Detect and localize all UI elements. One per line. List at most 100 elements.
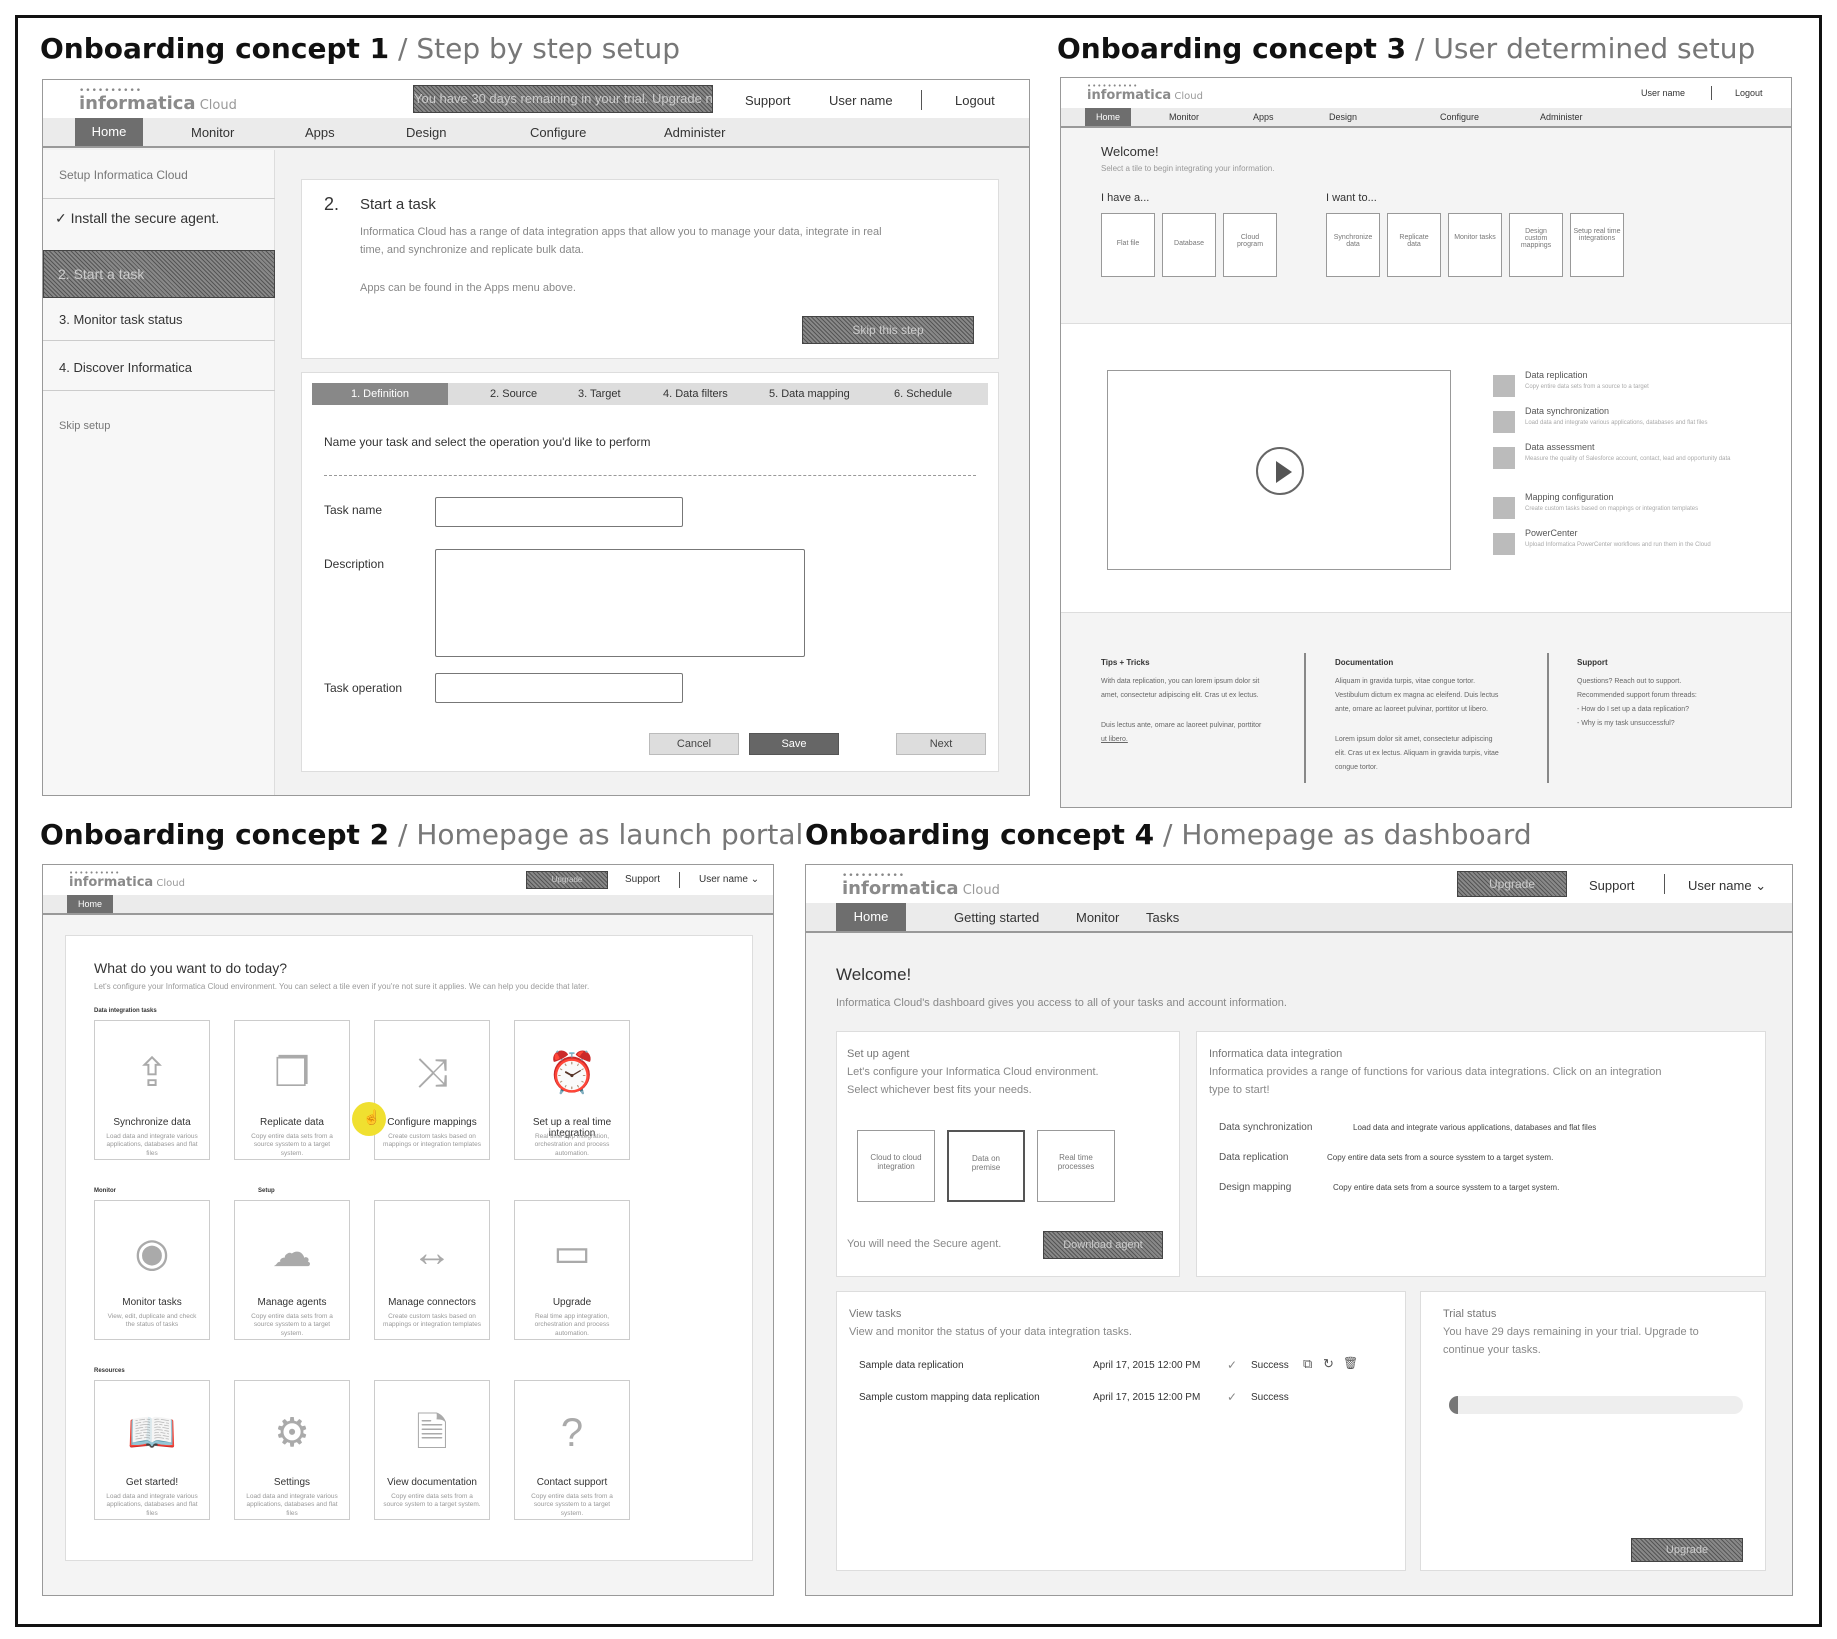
refresh-icon[interactable]: ↻	[1323, 1356, 1334, 1372]
next-button[interactable]: Next	[896, 733, 986, 755]
tab-schedule[interactable]: 6. Schedule	[894, 388, 952, 400]
nav-configure[interactable]: Configure	[530, 125, 586, 140]
save-button[interactable]: Save	[749, 733, 839, 755]
cancel-button[interactable]: Cancel	[649, 733, 739, 755]
want-tile-monitor[interactable]: Monitor tasks	[1448, 213, 1502, 277]
idi-row-label[interactable]: Data synchronization	[1219, 1122, 1312, 1133]
play-icon[interactable]	[1256, 447, 1304, 495]
idi-row-label[interactable]: Data replication	[1219, 1152, 1288, 1163]
video-player[interactable]	[1107, 370, 1451, 570]
feature-title[interactable]: Data assessment	[1525, 442, 1595, 452]
tile-upgrade[interactable]: ▭ Upgrade Real time app integration, orche…	[514, 1200, 630, 1340]
task-name-input[interactable]	[435, 497, 683, 527]
help-icon: ?	[560, 1411, 584, 1455]
username-menu[interactable]: User name	[829, 93, 893, 108]
nav-apps[interactable]: Apps	[305, 125, 335, 140]
idi-row-desc: Copy entire data sets from a source syss…	[1327, 1153, 1554, 1162]
idi-row-label[interactable]: Design mapping	[1219, 1182, 1291, 1193]
upgrade-button[interactable]: Upgrade	[1631, 1538, 1743, 1562]
idi-description: Informatica provides a range of function…	[1209, 1066, 1662, 1078]
nav-home[interactable]: Home	[67, 895, 113, 913]
skip-setup-link[interactable]: Skip setup	[59, 420, 110, 432]
have-tile-cloud-program[interactable]: Cloud program	[1223, 213, 1277, 277]
description-input[interactable]	[435, 549, 805, 657]
tile-view-documentation[interactable]: 🗎 View documentation Copy entire data sets…	[374, 1380, 490, 1520]
trash-icon[interactable]: 🗑	[1343, 1356, 1358, 1370]
option-real-time[interactable]: Real time processes	[1037, 1130, 1115, 1202]
nav-design[interactable]: Design	[1329, 112, 1357, 122]
copy-icon[interactable]: ⧉	[1303, 1356, 1312, 1372]
option-cloud-to-cloud[interactable]: Cloud to cloud integration	[857, 1130, 935, 1202]
concept-2-window: •••••••••• informatica Cloud Upgrade Supp…	[42, 864, 774, 1596]
support-link[interactable]: Support	[1589, 878, 1635, 893]
tile-get-started[interactable]: 📖 Get started! Load data and integrate var…	[94, 1380, 210, 1520]
trial-banner[interactable]: You have 30 days remaining in your trial…	[413, 85, 713, 113]
nav-administer[interactable]: Administer	[664, 125, 725, 140]
forum-link[interactable]: - Why is my task unsuccessful?	[1577, 720, 1675, 727]
tile-manage-agents[interactable]: ☁ Manage agents Copy entire data sets from…	[234, 1200, 350, 1340]
username-menu[interactable]: User name ⌄	[1688, 878, 1766, 894]
have-tile-database[interactable]: Database	[1162, 213, 1216, 277]
username-menu[interactable]: User name ⌄	[699, 874, 759, 885]
tab-target[interactable]: 3. Target	[578, 388, 621, 400]
sidebar-step-start-task[interactable]: 2. Start a task	[43, 250, 275, 298]
forum-link[interactable]: - How do I set up a data replication?	[1577, 706, 1689, 713]
task-name[interactable]: Sample data replication	[859, 1360, 964, 1371]
nav-design[interactable]: Design	[406, 125, 446, 140]
tile-set-up-a-real-time-integration[interactable]: ⏰ Set up a real time integration Real time…	[514, 1020, 630, 1160]
support-link[interactable]: Support	[745, 93, 791, 108]
nav-monitor[interactable]: Monitor	[1076, 910, 1119, 925]
want-tile-real-time[interactable]: Setup real time integrations	[1570, 213, 1624, 277]
tile-manage-connectors[interactable]: ↔ Manage connectors Create custom tasks ba…	[374, 1200, 490, 1340]
nav-configure[interactable]: Configure	[1440, 112, 1479, 122]
nav-monitor[interactable]: Monitor	[1169, 112, 1199, 122]
sidebar-step-monitor[interactable]: 3. Monitor task status	[59, 312, 183, 327]
nav-home[interactable]: Home	[836, 903, 906, 931]
tab-data-mapping[interactable]: 5. Data mapping	[769, 388, 850, 400]
task-name[interactable]: Sample custom mapping data replication	[859, 1392, 1040, 1403]
tile-configure-mappings[interactable]: ⤨ Configure mappings Create custom tasks b…	[374, 1020, 490, 1160]
upgrade-button[interactable]: Upgrade	[526, 871, 608, 889]
option-data-on-premise[interactable]: Data on premise	[947, 1130, 1025, 1202]
username-menu[interactable]: User name	[1641, 88, 1685, 98]
want-tile-design-mappings[interactable]: Design custom mappings	[1509, 213, 1563, 277]
tile-settings[interactable]: ⚙ Settings Load data and integrate various…	[234, 1380, 350, 1520]
nav-tasks[interactable]: Tasks	[1146, 910, 1179, 925]
tab-data-filters[interactable]: 4. Data filters	[663, 388, 728, 400]
tile-monitor-tasks[interactable]: ◉ Monitor tasks View, edit, duplicate and …	[94, 1200, 210, 1340]
download-agent-button[interactable]: Download agent	[1043, 1231, 1163, 1259]
nav-administer[interactable]: Administer	[1540, 112, 1583, 122]
tile-description: Load data and integrate various applicat…	[106, 1493, 198, 1517]
tile-description: Load data and integrate various applicat…	[246, 1493, 338, 1517]
want-tile-synchronize[interactable]: Synchronize data	[1326, 213, 1380, 277]
nav-monitor[interactable]: Monitor	[191, 125, 234, 140]
tile-contact-support[interactable]: ? Contact support Copy entire data sets fr…	[514, 1380, 630, 1520]
skip-step-button[interactable]: Skip this step	[802, 316, 974, 344]
feature-title[interactable]: Mapping configuration	[1525, 492, 1614, 502]
feature-description: Upload Informatica PowerCenter workflows…	[1525, 542, 1711, 548]
logout-link[interactable]: Logout	[1735, 88, 1763, 98]
eye-icon: ◉	[134, 1231, 170, 1275]
task-operation-select[interactable]	[435, 673, 683, 703]
tab-source[interactable]: 2. Source	[490, 388, 537, 400]
tab-definition[interactable]: 1. Definition	[312, 383, 448, 405]
upgrade-button[interactable]: Upgrade	[1457, 871, 1567, 897]
feature-title[interactable]: Data synchronization	[1525, 406, 1609, 416]
tile-title: Manage agents	[257, 1297, 327, 1308]
have-tile-flat-file[interactable]: Flat file	[1101, 213, 1155, 277]
logout-link[interactable]: Logout	[955, 93, 995, 108]
sidebar-step-discover[interactable]: 4. Discover Informatica	[59, 360, 192, 375]
tile-replicate-data[interactable]: ❐ Replicate data Copy entire data sets fro…	[234, 1020, 350, 1160]
feature-title[interactable]: Data replication	[1525, 370, 1588, 380]
sidebar-step-install[interactable]: ✓ Install the secure agent.	[55, 210, 219, 227]
nav-home[interactable]: Home	[1085, 108, 1131, 126]
feature-title[interactable]: PowerCenter	[1525, 528, 1578, 538]
nav-getting-started[interactable]: Getting started	[954, 910, 1039, 925]
tips-link[interactable]: ut libero.	[1101, 736, 1128, 743]
nav-home[interactable]: Home	[75, 118, 143, 146]
want-tile-replicate[interactable]: Replicate data	[1387, 213, 1441, 277]
form-intro: Name your task and select the operation …	[324, 435, 651, 449]
support-link[interactable]: Support	[625, 874, 660, 885]
nav-apps[interactable]: Apps	[1253, 112, 1274, 122]
tile-synchronize-data[interactable]: ⇪ Synchronize data Load data and integrate…	[94, 1020, 210, 1160]
